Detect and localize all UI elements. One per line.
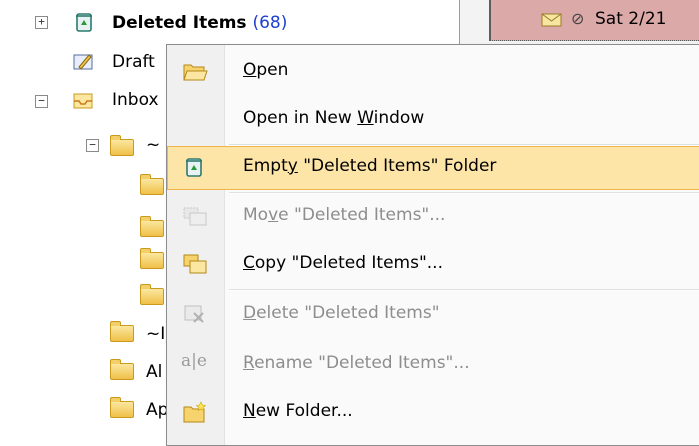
move-folder-icon xyxy=(182,204,207,228)
menu-item-new-folder[interactable]: New Folder... xyxy=(167,391,699,435)
menu-item-open-new-window-label: Open in New Window xyxy=(243,108,425,128)
menu-item-open-label: Open xyxy=(243,60,289,80)
copy-folder-icon xyxy=(182,252,207,276)
tree-item-subfolder-3[interactable]: Al xyxy=(146,362,162,382)
menu-item-copy[interactable]: Copy "Deleted Items"... xyxy=(167,243,699,287)
folder-icon xyxy=(140,248,164,269)
tree-item-deleted-items[interactable]: Deleted Items (68) xyxy=(112,13,287,33)
inbox-icon xyxy=(72,90,94,114)
recycle-bin-icon xyxy=(73,11,95,37)
menu-item-delete[interactable]: Delete "Deleted Items" xyxy=(167,293,699,337)
tree-item-subfolder-1[interactable]: ~ xyxy=(146,135,160,155)
tree-item-subfolder-2[interactable]: ~I xyxy=(146,324,165,344)
collapse-inbox[interactable]: − xyxy=(35,95,48,108)
tree-item-drafts[interactable]: Draft xyxy=(112,52,155,72)
open-folder-icon xyxy=(182,59,208,83)
new-folder-icon xyxy=(182,400,207,424)
message-date: Sat 2/21 xyxy=(595,9,667,29)
recycle-bin-icon xyxy=(183,155,207,179)
menu-item-open-in-new-window[interactable]: Open in New Window xyxy=(167,98,699,142)
tree-item-inbox[interactable]: Inbox xyxy=(112,90,159,110)
menu-separator xyxy=(229,192,699,194)
message-row[interactable]: ⊘ Sat 2/21 xyxy=(489,0,699,41)
menu-item-empty-label: Empty "Deleted Items" Folder xyxy=(243,156,497,176)
expand-deleted-items[interactable]: + xyxy=(35,16,48,29)
folder-icon xyxy=(140,216,164,237)
folder-icon xyxy=(110,135,134,156)
menu-separator xyxy=(229,289,699,291)
folder-icon xyxy=(140,284,164,305)
menu-item-delete-label: Delete "Deleted Items" xyxy=(243,303,440,323)
folder-icon xyxy=(140,174,164,195)
context-menu: Open Open in New Window Empty "Deleted I… xyxy=(166,44,699,446)
deleted-items-count: (68) xyxy=(252,13,288,33)
envelope-icon xyxy=(541,11,563,31)
folder-icon xyxy=(110,397,134,418)
menu-item-empty-deleted-items[interactable]: Empty "Deleted Items" Folder xyxy=(167,146,699,190)
folder-icon xyxy=(110,359,134,380)
rename-icon: a|e xyxy=(181,351,207,371)
menu-item-move[interactable]: Move "Deleted Items"... xyxy=(167,195,699,239)
deleted-items-label: Deleted Items xyxy=(112,13,247,33)
collapse-subfolder[interactable]: − xyxy=(86,139,99,152)
menu-item-rename[interactable]: a|e Rename "Deleted Items"... xyxy=(167,343,699,387)
folder-icon xyxy=(110,321,134,342)
delete-folder-icon xyxy=(182,302,206,326)
drafts-icon xyxy=(72,51,94,75)
menu-item-copy-label: Copy "Deleted Items"... xyxy=(243,253,443,273)
paperclip-icon: ⊘ xyxy=(571,9,585,28)
menu-item-new-folder-label: New Folder... xyxy=(243,401,353,421)
menu-item-move-label: Move "Deleted Items"... xyxy=(243,205,446,225)
menu-item-open[interactable]: Open xyxy=(167,50,699,94)
menu-item-rename-label: Rename "Deleted Items"... xyxy=(243,353,470,373)
